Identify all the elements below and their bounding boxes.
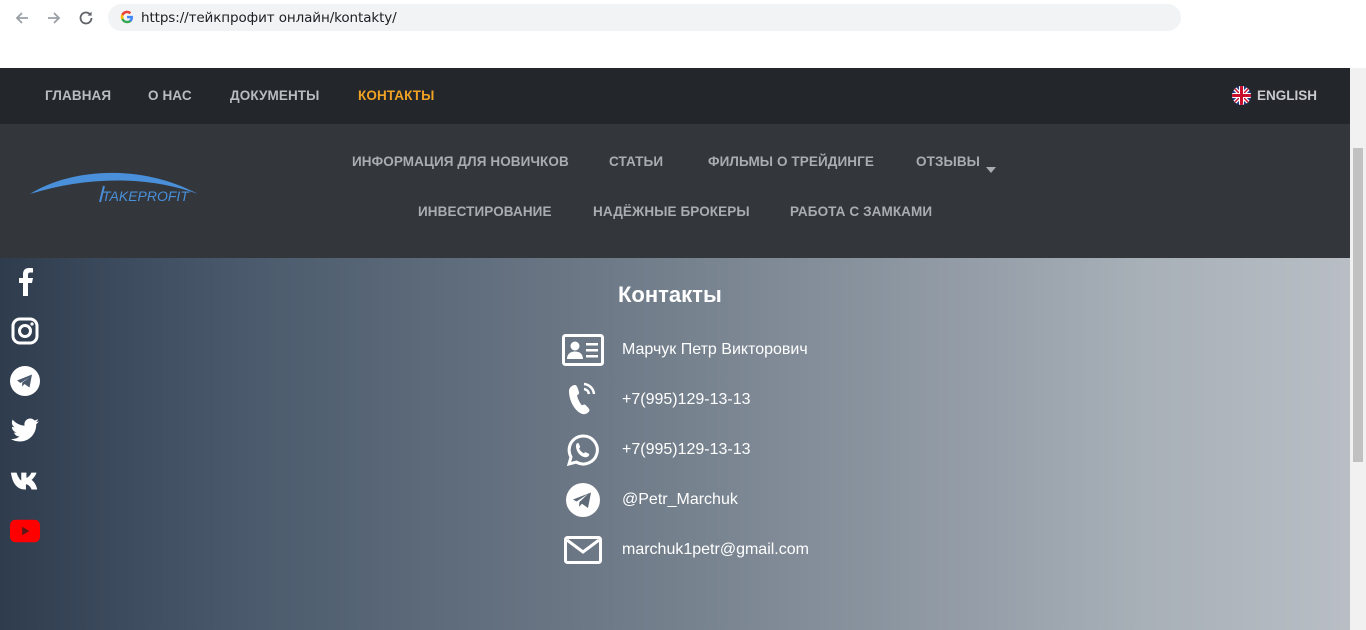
scrollbar-thumb[interactable] (1353, 148, 1363, 462)
contact-row-whatsapp: +7(995)129-13-13 (560, 430, 860, 470)
nav-item-articles[interactable]: СТАТЬИ (609, 154, 663, 169)
nav-item-investing[interactable]: ИНВЕСТИРОВАНИЕ (418, 204, 552, 219)
google-g-icon (120, 10, 134, 27)
arrow-right-icon[interactable] (42, 6, 66, 30)
whatsapp-icon (560, 430, 606, 470)
arrow-left-icon[interactable] (10, 6, 34, 30)
vk-icon[interactable] (10, 466, 40, 496)
nav-item-reviews[interactable]: ОТЗЫВЫ (916, 154, 980, 169)
nav-item-brokers[interactable]: НАДЁЖНЫЕ БРОКЕРЫ (593, 204, 750, 219)
telegram-icon[interactable] (10, 366, 40, 396)
nav-item-beginners[interactable]: ИНФОРМАЦИЯ ДЛЯ НОВИЧКОВ (352, 154, 569, 169)
contact-row-phone: +7(995)129-13-13 (560, 380, 860, 420)
envelope-icon (560, 530, 606, 570)
nav-item-contacts[interactable]: КОНТАКТЫ (358, 88, 434, 103)
address-bar[interactable]: https://тейкпрофит онлайн/kontakty/ (108, 4, 1181, 31)
contact-text[interactable]: +7(995)129-13-13 (622, 441, 751, 459)
site-logo[interactable]: TAKEPROFIT (28, 164, 203, 210)
contact-text[interactable]: @Petr_Marchuk (622, 491, 738, 509)
logo-text: TAKEPROFIT (102, 188, 190, 204)
contact-text[interactable]: +7(995)129-13-13 (622, 391, 751, 409)
language-switch[interactable]: ENGLISH (1232, 86, 1317, 105)
chevron-down-icon[interactable] (986, 160, 996, 178)
contacts-title: Контакты (618, 282, 722, 307)
contacts-section: Контакты Марчук Петр Викторович +7(995)1… (0, 258, 1350, 630)
nav-item-documents[interactable]: ДОКУМЕНТЫ (230, 88, 319, 103)
phone-icon (560, 380, 606, 420)
contact-row-telegram: @Petr_Marchuk (560, 480, 860, 520)
vertical-scrollbar[interactable] (1350, 68, 1366, 630)
browser-toolbar: https://тейкпрофит онлайн/kontakty/ (0, 0, 1366, 68)
nav-item-home[interactable]: ГЛАВНАЯ (45, 88, 111, 103)
page-viewport: ГЛАВНАЯ О НАС ДОКУМЕНТЫ КОНТАКТЫ ENGLISH (0, 68, 1350, 630)
facebook-icon[interactable] (10, 266, 40, 296)
reload-icon[interactable] (74, 6, 98, 30)
nav-item-locks[interactable]: РАБОТА С ЗАМКАМИ (790, 204, 932, 219)
contact-text[interactable]: marchuk1petr@gmail.com (622, 541, 809, 559)
youtube-icon[interactable] (10, 516, 40, 546)
instagram-icon[interactable] (10, 316, 40, 346)
nav-item-about[interactable]: О НАС (148, 88, 192, 103)
id-card-icon (560, 330, 606, 370)
main-nav: TAKEPROFIT ИНФОРМАЦИЯ ДЛЯ НОВИЧКОВ СТАТЬ… (0, 124, 1350, 258)
contact-row-email: marchuk1petr@gmail.com (560, 530, 860, 570)
telegram-icon (560, 480, 606, 520)
nav-item-films[interactable]: ФИЛЬМЫ О ТРЕЙДИНГЕ (708, 154, 874, 169)
contact-row-name: Марчук Петр Викторович (560, 330, 860, 370)
language-label: ENGLISH (1257, 88, 1318, 103)
top-nav: ГЛАВНАЯ О НАС ДОКУМЕНТЫ КОНТАКТЫ ENGLISH (0, 68, 1350, 124)
contact-text: Марчук Петр Викторович (622, 341, 808, 358)
uk-flag-icon (1232, 86, 1251, 105)
url-text: https://тейкпрофит онлайн/kontakty/ (141, 10, 397, 26)
twitter-icon[interactable] (10, 416, 40, 446)
